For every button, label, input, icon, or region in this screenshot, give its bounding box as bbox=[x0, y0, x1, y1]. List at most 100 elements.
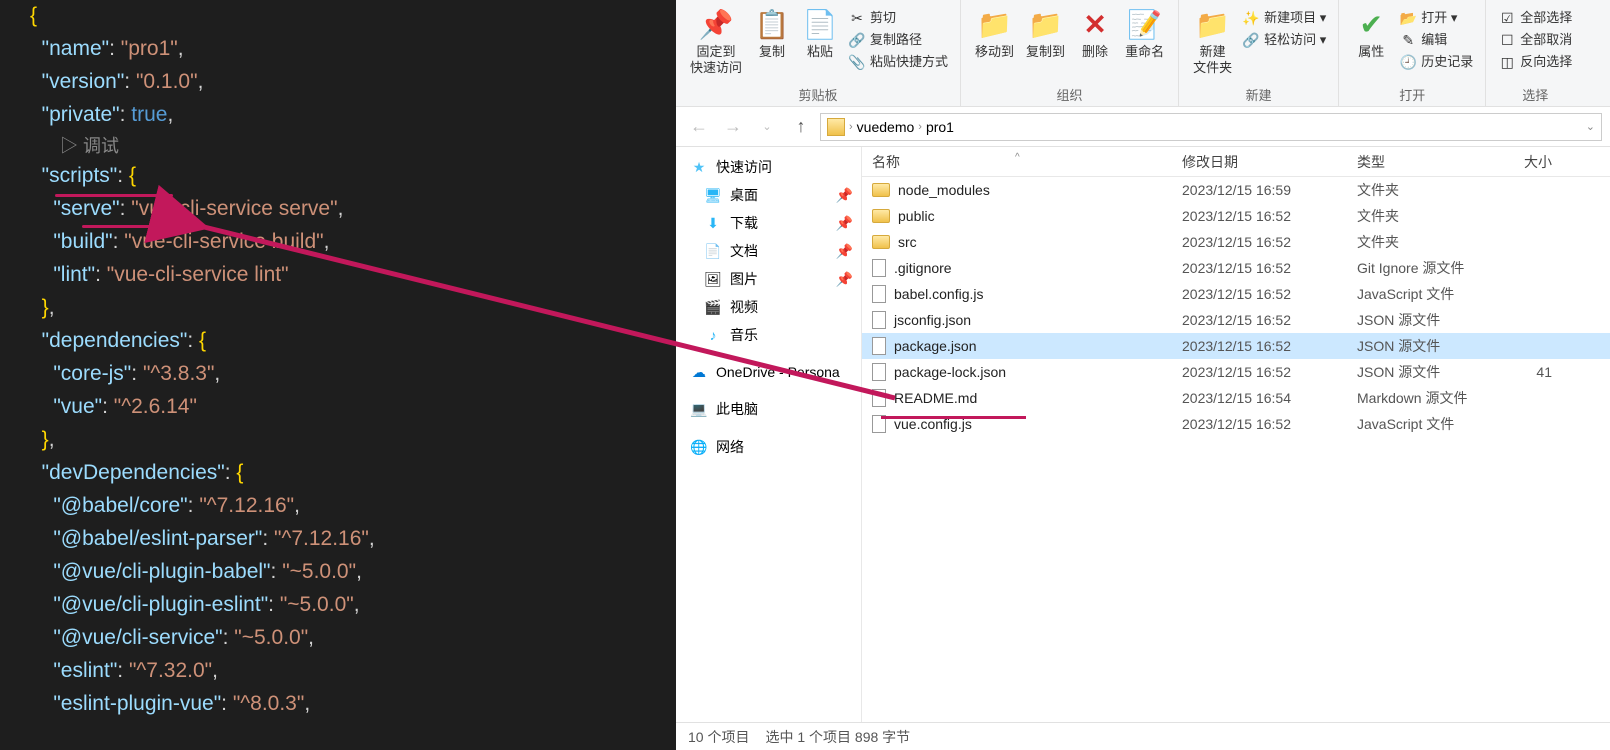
open-button[interactable]: 📂打开 ▾ bbox=[1395, 8, 1477, 28]
file-date: 2023/12/15 16:52 bbox=[1172, 338, 1347, 354]
file-type: JSON 源文件 bbox=[1347, 310, 1502, 330]
file-icon bbox=[872, 285, 886, 303]
sidebar-network[interactable]: 🌐网络 bbox=[676, 433, 861, 461]
properties-button[interactable]: ✔属性 bbox=[1347, 4, 1395, 83]
sidebar-documents[interactable]: 📄文档📌 bbox=[676, 237, 861, 265]
file-date: 2023/12/15 16:52 bbox=[1172, 312, 1347, 328]
file-name: node_modules bbox=[898, 182, 990, 198]
sidebar-desktop[interactable]: 🖥桌面📌 bbox=[676, 181, 861, 209]
file-date: 2023/12/15 16:52 bbox=[1172, 416, 1347, 432]
selectall-button[interactable]: ☑全部选择 bbox=[1494, 8, 1576, 28]
folder-icon bbox=[872, 209, 890, 223]
sidebar-videos[interactable]: 🎬视频 bbox=[676, 293, 861, 321]
moveto-button[interactable]: 📁移动到 bbox=[969, 4, 1020, 83]
file-type: 文件夹 bbox=[1347, 206, 1502, 226]
file-row[interactable]: jsconfig.json2023/12/15 16:52JSON 源文件 bbox=[862, 307, 1610, 333]
sidebar-music[interactable]: ♪音乐 bbox=[676, 321, 861, 349]
col-type[interactable]: 类型 bbox=[1347, 152, 1502, 172]
file-date: 2023/12/15 16:52 bbox=[1172, 260, 1347, 276]
file-row[interactable]: src2023/12/15 16:52文件夹 bbox=[862, 229, 1610, 255]
breadcrumb-item[interactable]: vuedemo bbox=[857, 119, 915, 135]
file-row[interactable]: README.md 2023/12/15 16:54Markdown 源文件 bbox=[862, 385, 1610, 411]
col-date[interactable]: 修改日期 bbox=[1172, 152, 1347, 172]
up-button[interactable]: ↑ bbox=[786, 112, 816, 142]
pasteshortcut-button[interactable]: 📎粘贴快捷方式 bbox=[844, 52, 952, 72]
folder-icon bbox=[872, 183, 890, 197]
nav-bar: ← → ⌄ ↑ › vuedemo › pro1 ⌄ bbox=[676, 107, 1610, 147]
debug-codelens[interactable]: 调试 bbox=[30, 132, 676, 160]
history-button[interactable]: 🕘历史记录 bbox=[1395, 52, 1477, 72]
back-button[interactable]: ← bbox=[684, 112, 714, 142]
sidebar: ★快速访问 🖥桌面📌 ⬇下载📌 📄文档📌 🖼图片📌 🎬视频 ♪音乐 ☁OneDr… bbox=[676, 147, 862, 722]
file-explorer: 📌固定到 快速访问 📋复制 📄粘贴 ✂剪切 🔗复制路径 📎粘贴快捷方式 剪贴板 … bbox=[676, 0, 1610, 750]
file-row[interactable]: .gitignore 2023/12/15 16:52Git Ignore 源文件 bbox=[862, 255, 1610, 281]
cut-button[interactable]: ✂剪切 bbox=[844, 8, 952, 28]
sidebar-pictures[interactable]: 🖼图片📌 bbox=[676, 265, 861, 293]
file-date: 2023/12/15 16:52 bbox=[1172, 286, 1347, 302]
file-row[interactable]: public2023/12/15 16:52文件夹 bbox=[862, 203, 1610, 229]
sidebar-onedrive[interactable]: ☁OneDrive - Persona bbox=[676, 359, 861, 385]
file-icon bbox=[872, 259, 886, 277]
file-icon bbox=[872, 311, 886, 329]
file-name: package.json bbox=[894, 338, 977, 354]
easyaccess-button[interactable]: 🔗轻松访问 ▾ bbox=[1238, 30, 1330, 50]
newitem-button[interactable]: ✨新建项目 ▾ bbox=[1238, 8, 1330, 28]
copyto-button[interactable]: 📁复制到 bbox=[1020, 4, 1071, 83]
sidebar-quick-access[interactable]: ★快速访问 bbox=[676, 153, 861, 181]
copy-button[interactable]: 📋复制 bbox=[748, 4, 796, 83]
file-type: JSON 源文件 bbox=[1347, 362, 1502, 382]
file-date: 2023/12/15 16:54 bbox=[1172, 390, 1347, 406]
file-date: 2023/12/15 16:59 bbox=[1172, 182, 1347, 198]
annotation-underline bbox=[82, 225, 184, 228]
edit-button[interactable]: ✎编辑 bbox=[1395, 30, 1477, 50]
sidebar-downloads[interactable]: ⬇下载📌 bbox=[676, 209, 861, 237]
recent-dropdown[interactable]: ⌄ bbox=[752, 112, 782, 142]
file-size: 41 bbox=[1502, 364, 1562, 380]
delete-button[interactable]: ✕删除 bbox=[1071, 4, 1119, 83]
file-type: JavaScript 文件 bbox=[1347, 284, 1502, 304]
file-list: 名称^ 修改日期 类型 大小 node_modules 2023/12/15 16… bbox=[862, 147, 1610, 722]
annotation-underline bbox=[55, 194, 173, 197]
newfolder-button[interactable]: 📁新建 文件夹 bbox=[1187, 4, 1238, 83]
file-type: 文件夹 bbox=[1347, 180, 1502, 200]
rename-button[interactable]: 📝重命名 bbox=[1119, 4, 1170, 83]
file-type: 文件夹 bbox=[1347, 232, 1502, 252]
col-size[interactable]: 大小 bbox=[1502, 152, 1562, 172]
file-type: JSON 源文件 bbox=[1347, 336, 1502, 356]
paste-button[interactable]: 📄粘贴 bbox=[796, 4, 844, 83]
annotation-underline bbox=[881, 416, 1026, 419]
file-type: Git Ignore 源文件 bbox=[1347, 258, 1502, 278]
file-row[interactable]: node_modules 2023/12/15 16:59文件夹 bbox=[862, 177, 1610, 203]
breadcrumb-item[interactable]: pro1 bbox=[926, 119, 954, 135]
ribbon-group-label: 选择 bbox=[1522, 83, 1548, 106]
file-row[interactable]: babel.config.js 2023/12/15 16:52JavaScrip… bbox=[862, 281, 1610, 307]
col-name[interactable]: 名称^ bbox=[862, 152, 1172, 172]
file-name: package-lock.json bbox=[894, 364, 1006, 380]
file-name: babel.config.js bbox=[894, 286, 984, 302]
sidebar-thispc[interactable]: 💻此电脑 bbox=[676, 395, 861, 423]
file-name: README.md bbox=[894, 390, 977, 406]
file-icon bbox=[872, 389, 886, 407]
address-bar[interactable]: › vuedemo › pro1 ⌄ bbox=[820, 113, 1602, 141]
dropdown-icon[interactable]: ⌄ bbox=[1586, 120, 1595, 133]
copypath-button[interactable]: 🔗复制路径 bbox=[844, 30, 952, 50]
pin-button[interactable]: 📌固定到 快速访问 bbox=[684, 4, 748, 83]
file-name: .gitignore bbox=[894, 260, 952, 276]
file-date: 2023/12/15 16:52 bbox=[1172, 208, 1347, 224]
file-type: JavaScript 文件 bbox=[1347, 414, 1502, 434]
file-row[interactable]: package.json 2023/12/15 16:52JSON 源文件 bbox=[862, 333, 1610, 359]
selection-info: 选中 1 个项目 898 字节 bbox=[765, 727, 910, 747]
ribbon-group-label: 组织 bbox=[1057, 83, 1083, 106]
file-row[interactable]: vue.config.js2023/12/15 16:52JavaScript … bbox=[862, 411, 1610, 437]
code-editor: { "name": "pro1", "version": "0.1.0", "p… bbox=[0, 0, 676, 750]
file-type: Markdown 源文件 bbox=[1347, 388, 1502, 408]
file-icon bbox=[872, 337, 886, 355]
folder-icon bbox=[872, 235, 890, 249]
selectnone-button[interactable]: ☐全部取消 bbox=[1494, 30, 1576, 50]
ribbon: 📌固定到 快速访问 📋复制 📄粘贴 ✂剪切 🔗复制路径 📎粘贴快捷方式 剪贴板 … bbox=[676, 0, 1610, 107]
file-row[interactable]: package-lock.json2023/12/15 16:52JSON 源文… bbox=[862, 359, 1610, 385]
invert-button[interactable]: ◫反向选择 bbox=[1494, 52, 1576, 72]
forward-button[interactable]: → bbox=[718, 112, 748, 142]
ribbon-group-label: 新建 bbox=[1246, 83, 1272, 106]
file-icon bbox=[872, 363, 886, 381]
